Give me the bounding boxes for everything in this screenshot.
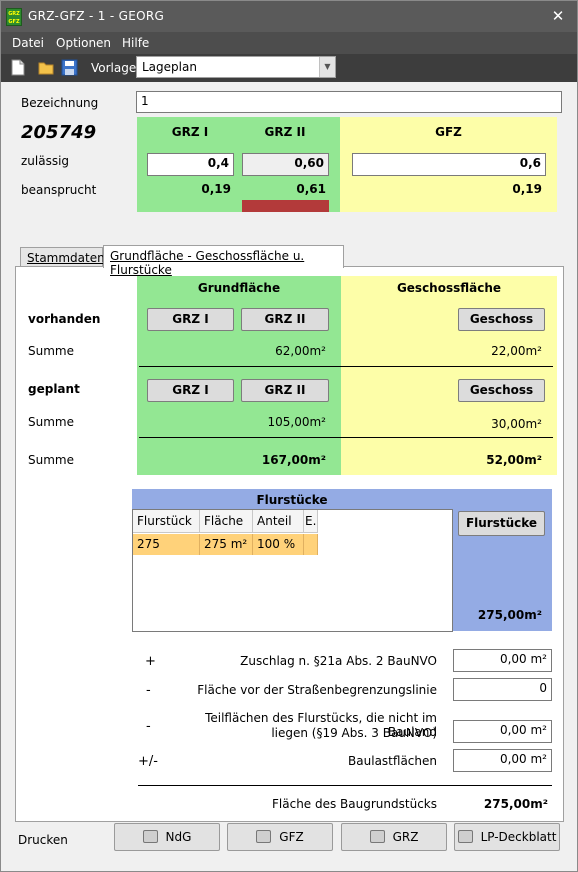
geplant-geschoss-sum: 30,00m² xyxy=(491,417,542,431)
divider xyxy=(139,437,553,438)
open-folder-icon[interactable] xyxy=(38,59,55,76)
grz1-title: GRZ I xyxy=(171,125,209,139)
menu-hilfe[interactable]: Hilfe xyxy=(122,36,149,50)
grundflaeche-header: Grundfläche xyxy=(197,281,281,295)
grz2-beansprucht: 0,61 xyxy=(296,182,326,196)
column-header[interactable]: Anteil xyxy=(253,510,304,533)
printer-icon xyxy=(457,830,473,843)
baulast-label: Baulastflächen xyxy=(348,754,437,768)
print-ndg-button[interactable]: NdG xyxy=(114,823,220,851)
beansprucht-label: beansprucht xyxy=(21,183,97,197)
vorhanden-grz2-button[interactable]: GRZ II xyxy=(241,308,329,331)
vorhanden-geschoss-sum: 22,00m² xyxy=(491,344,542,358)
vorlage-label: Vorlage xyxy=(91,61,137,75)
vorhanden-label: vorhanden xyxy=(28,312,101,326)
vorlage-value: Lageplan xyxy=(142,60,197,74)
strasse-sign: - xyxy=(146,683,151,698)
vorlage-select[interactable]: Lageplan ▼ xyxy=(136,56,336,78)
grz1-zulaessig-input[interactable]: 0,4 xyxy=(147,153,234,176)
grz1-beansprucht: 0,19 xyxy=(201,182,231,196)
baulast-sign: +/- xyxy=(138,754,158,769)
baugrund-value: 275,00m² xyxy=(483,797,548,811)
strasse-label: Fläche vor der Straßenbegrenzungslinie xyxy=(197,683,437,697)
divider xyxy=(138,785,552,786)
flurstuecke-table[interactable]: Flurstück Fläche Anteil E. 275 275 m² 10… xyxy=(132,509,453,632)
drucken-label: Drucken xyxy=(18,833,68,847)
table-cell[interactable]: 100 % xyxy=(253,534,304,555)
vorhanden-grz1-button[interactable]: GRZ I xyxy=(147,308,234,331)
column-header[interactable]: Fläche xyxy=(200,510,253,533)
menu-optionen[interactable]: Optionen xyxy=(56,36,111,50)
print-lp-deckblatt-button[interactable]: LP-Deckblatt xyxy=(454,823,560,851)
window-title: GRZ-GFZ - 1 - GEORG xyxy=(28,9,165,23)
teil-label-line2: liegen (§19 Abs. 3 BauNVO) xyxy=(271,726,437,740)
print-grz-button[interactable]: GRZ xyxy=(341,823,447,851)
new-file-icon[interactable] xyxy=(9,59,26,76)
teil-sign: - xyxy=(146,719,151,734)
printer-icon xyxy=(369,830,385,843)
total-geschoss-sum: 52,00m² xyxy=(486,453,542,467)
flurstuecke-title: Flurstücke xyxy=(256,493,328,507)
geschossflaeche-header: Geschossfläche xyxy=(396,281,502,295)
chevron-down-icon[interactable]: ▼ xyxy=(319,57,335,77)
divider xyxy=(139,366,553,367)
bezeichnung-label: Bezeichnung xyxy=(21,96,99,110)
gfz-beansprucht: 0,19 xyxy=(512,182,542,196)
geschossflaeche-panel xyxy=(341,276,557,475)
geplant-label: geplant xyxy=(28,382,80,396)
print-gfz-button[interactable]: GFZ xyxy=(227,823,333,851)
strasse-input[interactable]: 0 xyxy=(453,678,552,701)
tab-grundflaeche[interactable]: Grundfläche - Geschossfläche u. Flurstüc… xyxy=(103,245,344,277)
zuschlag-sign: + xyxy=(145,654,156,669)
printer-icon xyxy=(142,830,158,843)
total-summe-label: Summe xyxy=(28,453,74,467)
geplant-summe-label: Summe xyxy=(28,415,74,429)
bezeichnung-input[interactable]: 1 xyxy=(136,91,562,113)
grundflaeche-panel xyxy=(137,276,341,475)
geplant-grz2-button[interactable]: GRZ II xyxy=(241,379,329,402)
project-number: 205749 xyxy=(21,122,97,143)
column-header[interactable]: E. xyxy=(304,510,318,533)
table-cell[interactable]: 275 xyxy=(133,534,200,555)
save-icon[interactable] xyxy=(61,59,78,76)
printer-icon xyxy=(256,830,272,843)
baulast-input[interactable]: 0,00 m² xyxy=(453,749,552,772)
flurstuecke-total: 275,00m² xyxy=(477,608,542,622)
table-cell[interactable]: 275 m² xyxy=(200,534,253,555)
teil-input[interactable]: 0,00 m² xyxy=(453,720,552,743)
vorhanden-grund-sum: 62,00m² xyxy=(275,344,326,358)
total-grund-sum: 167,00m² xyxy=(261,453,326,467)
grz2-title: GRZ II xyxy=(264,125,306,139)
geplant-geschoss-button[interactable]: Geschoss xyxy=(458,379,545,402)
zuschlag-label: Zuschlag n. §21a Abs. 2 BauNVO xyxy=(240,654,437,668)
zuschlag-input[interactable]: 0,00 m² xyxy=(453,649,552,672)
zulaessig-label: zulässig xyxy=(21,154,70,168)
vorhanden-summe-label: Summe xyxy=(28,344,74,358)
grz2-warning-bar xyxy=(242,200,329,212)
flurstuecke-button[interactable]: Flurstücke xyxy=(458,511,545,536)
baugrund-label: Fläche des Baugrundstücks xyxy=(272,797,437,811)
gfz-zulaessig-input[interactable]: 0,6 xyxy=(352,153,546,176)
menu-datei[interactable]: Datei xyxy=(12,36,44,50)
app-icon: GRZ GFZ xyxy=(6,8,22,26)
close-icon[interactable]: ✕ xyxy=(549,7,567,25)
app-window: GRZ GFZ GRZ-GFZ - 1 - GEORG ✕ Datei Opti… xyxy=(0,0,578,872)
vorhanden-geschoss-button[interactable]: Geschoss xyxy=(458,308,545,331)
geplant-grz1-button[interactable]: GRZ I xyxy=(147,379,234,402)
column-header[interactable]: Flurstück xyxy=(133,510,200,533)
geplant-grund-sum: 105,00m² xyxy=(267,415,327,429)
gfz-title: GFZ xyxy=(435,125,462,139)
table-cell[interactable] xyxy=(304,534,318,555)
grz2-zulaessig-input[interactable]: 0,60 xyxy=(242,153,329,176)
